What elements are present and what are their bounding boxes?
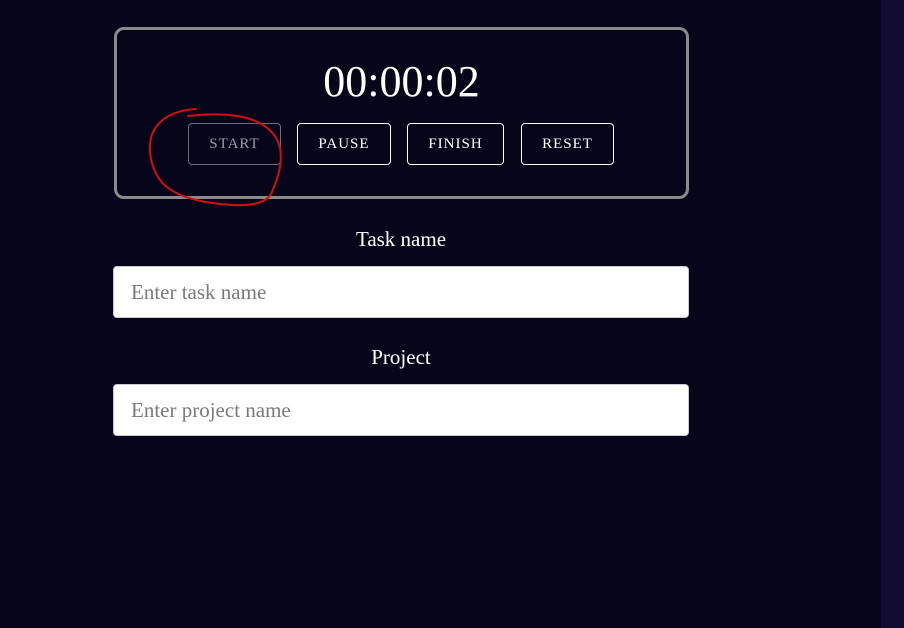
task-name-input[interactable] <box>113 266 689 318</box>
project-name-input[interactable] <box>113 384 689 436</box>
timer-panel: 00:00:02 START PAUSE FINISH RESET <box>114 27 689 199</box>
timer-display: 00:00:02 <box>323 57 480 106</box>
pause-button[interactable]: PAUSE <box>297 123 391 165</box>
timer-page: 00:00:02 START PAUSE FINISH RESET Task n… <box>0 0 904 628</box>
right-scroll-strip <box>881 0 904 628</box>
reset-button[interactable]: RESET <box>521 123 614 165</box>
start-button[interactable]: START <box>188 123 281 165</box>
task-name-label: Task name <box>355 227 447 251</box>
finish-button[interactable]: FINISH <box>407 123 504 165</box>
project-label: Project <box>371 345 431 369</box>
